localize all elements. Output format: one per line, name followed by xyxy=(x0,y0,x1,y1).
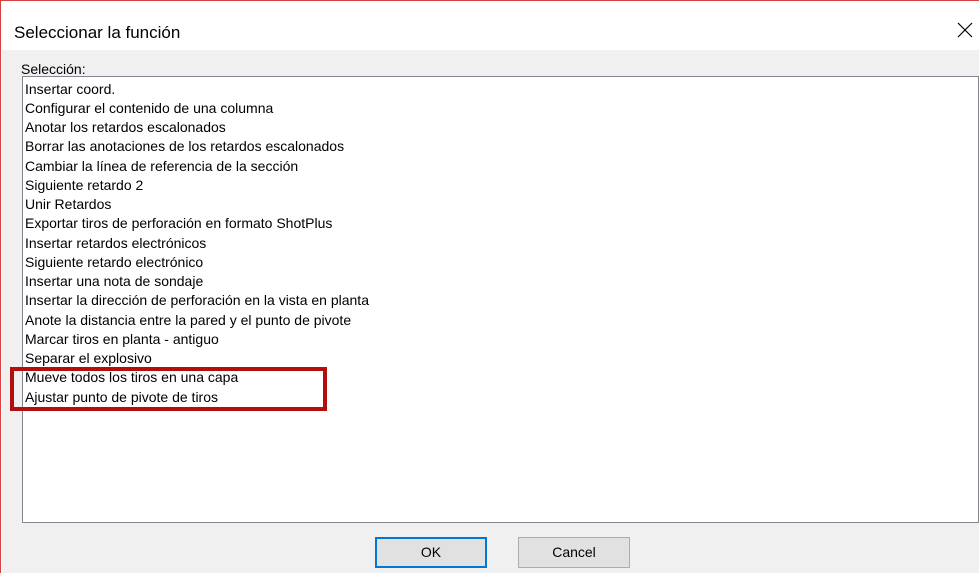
title-bar[interactable]: Seleccionar la función xyxy=(1,1,979,49)
selection-label: Selección: xyxy=(21,61,86,77)
list-item[interactable]: Ajustar punto de pivote de tiros xyxy=(25,388,218,407)
list-item[interactable]: Siguiente retardo electrónico xyxy=(25,253,203,272)
list-item[interactable]: Anotar los retardos escalonados xyxy=(25,118,226,137)
list-item[interactable]: Cambiar la línea de referencia de la sec… xyxy=(25,157,298,176)
dialog-title: Seleccionar la función xyxy=(14,23,181,42)
list-item[interactable]: Borrar las anotaciones de los retardos e… xyxy=(25,137,344,156)
list-item[interactable]: Separar el explosivo xyxy=(25,349,152,368)
list-item[interactable]: Exportar tiros de perforación en formato… xyxy=(25,214,332,233)
list-item[interactable]: Insertar una nota de sondaje xyxy=(25,272,203,291)
cancel-button[interactable]: Cancel xyxy=(518,537,630,568)
list-item[interactable]: Anote la distancia entre la pared y el p… xyxy=(25,311,351,330)
list-item[interactable]: Marcar tiros en planta - antiguo xyxy=(25,330,219,349)
function-listbox[interactable]: Insertar coord. Configurar el contenido … xyxy=(22,76,979,523)
list-item[interactable]: Insertar retardos electrónicos xyxy=(25,234,206,253)
list-item[interactable]: Insertar coord. xyxy=(25,80,115,99)
close-icon-glyph xyxy=(957,22,973,38)
list-item[interactable]: Siguiente retardo 2 xyxy=(25,176,143,195)
close-icon[interactable] xyxy=(952,17,978,43)
list-item[interactable]: Unir Retardos xyxy=(25,195,111,214)
list-item[interactable]: Configurar el contenido de una columna xyxy=(25,99,273,118)
ok-button[interactable]: OK xyxy=(375,537,487,568)
select-function-dialog: Seleccionar la función Selección: Insert… xyxy=(0,0,979,573)
list-item[interactable]: Insertar la dirección de perforación en … xyxy=(25,291,369,310)
list-item[interactable]: Mueve todos los tiros en una capa xyxy=(25,368,238,387)
